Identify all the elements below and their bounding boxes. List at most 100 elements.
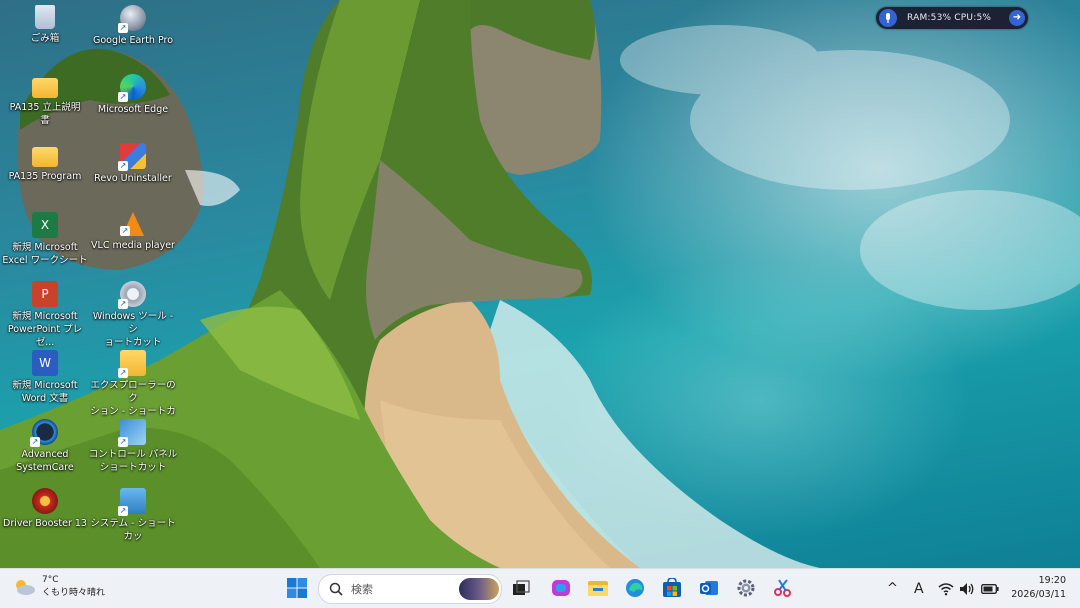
clock-date: 2026/03/11	[1011, 589, 1066, 600]
desktop-icon-label: Driver Booster 13	[3, 518, 87, 529]
shortcut-arrow-icon: ↗	[118, 92, 128, 102]
desktop-icon-label: エクスプローラーのク ション - ショートカ	[90, 380, 176, 417]
battery-button[interactable]	[981, 569, 999, 608]
search-highlight-image	[459, 578, 499, 600]
folder-icon	[32, 147, 58, 167]
snipping-tool-icon	[774, 579, 791, 597]
search-placeholder: 検索	[351, 583, 373, 596]
desktop-icon-label: Windows ツール - シ ョートカット	[92, 311, 174, 348]
shortcut-arrow-icon: ↗	[118, 299, 128, 309]
microsoft-store-button[interactable]	[659, 575, 685, 601]
shortcut-arrow-icon: ↗	[118, 368, 128, 378]
shortcut-arrow-icon: ↗	[118, 23, 128, 33]
weather-temperature: 7°C	[42, 575, 59, 585]
outlook-icon	[700, 581, 718, 595]
desktop-icon-label: ごみ箱	[30, 33, 60, 44]
advanced-systemcare-icon: ↗	[30, 419, 58, 447]
desktop-icon-word[interactable]: W 新規 Microsoft Word 文書	[0, 350, 90, 405]
snipping-tool-button[interactable]	[770, 575, 796, 601]
taskbar: 7°C くもり時々晴れ 検索 ^ A 19:20 2026/03/11	[0, 568, 1080, 608]
desktop-icon-powerpoint[interactable]: P 新規 Microsoft PowerPoint プレゼ...	[0, 281, 90, 349]
speaker-icon	[960, 582, 974, 595]
settings-icon	[737, 579, 755, 597]
desktop-icon-label: コントロール パネル ショートカット	[88, 449, 178, 473]
desktop-icon-label: 新規 Microsoft PowerPoint プレゼ...	[7, 311, 83, 348]
weather-widget[interactable]: 7°C くもり時々晴れ	[12, 574, 105, 600]
file-explorer-icon	[588, 581, 608, 596]
task-view-button[interactable]	[508, 575, 534, 601]
desktop-icon-label: PA135 立上説明 書	[9, 102, 81, 126]
desktop-icon-label: Advanced SystemCare	[16, 449, 74, 473]
desktop-icon-label: 新規 Microsoft Word 文書	[12, 380, 78, 404]
outlook-button[interactable]	[696, 575, 722, 601]
edge-taskbar-button[interactable]	[622, 575, 648, 601]
microsoft-store-icon	[663, 578, 681, 597]
driver-booster-icon	[32, 488, 58, 514]
desktop-icon-pa135-manual[interactable]: PA135 立上説明 書	[0, 74, 90, 127]
windows-tools-icon: ↗	[118, 281, 146, 309]
system-icon: ↗	[118, 488, 146, 516]
explorer-folder-icon: ↗	[118, 350, 146, 378]
desktop-icon-system[interactable]: ↗ システム - ショートカッ	[88, 488, 178, 543]
control-panel-icon: ↗	[118, 419, 146, 447]
start-icon	[287, 578, 307, 598]
shortcut-arrow-icon: ↗	[118, 506, 128, 516]
battery-icon	[981, 583, 999, 594]
task-view-icon	[513, 580, 530, 595]
desktop-icon-label: Microsoft Edge	[97, 104, 169, 115]
copilot-icon	[552, 580, 570, 596]
powerpoint-icon: P	[32, 281, 58, 307]
start-button[interactable]	[284, 575, 310, 601]
google-earth-icon: ↗	[118, 5, 146, 33]
settings-button[interactable]	[733, 575, 759, 601]
desktop-icon-explorer-options[interactable]: ↗ エクスプローラーのク ション - ショートカ	[88, 350, 178, 418]
desktop-icon-driver-booster[interactable]: Driver Booster 13	[0, 488, 90, 530]
taskbar-clock[interactable]: 19:20 2026/03/11	[1011, 574, 1066, 602]
desktop-icon-label: VLC media player	[91, 240, 175, 251]
system-monitor-text: RAM:53% CPU:5%	[907, 13, 992, 23]
edge-icon: ↗	[118, 74, 146, 102]
desktop-icon-label: PA135 Program	[8, 171, 82, 182]
file-explorer-button[interactable]	[585, 575, 611, 601]
revo-uninstaller-icon: ↗	[118, 143, 146, 171]
desktop-icon-advanced-systemcare[interactable]: ↗ Advanced SystemCare	[0, 419, 90, 474]
tray-overflow-button[interactable]: ^	[887, 569, 898, 608]
ime-indicator[interactable]: A	[914, 569, 924, 608]
microphone-icon	[879, 9, 897, 27]
desktop-icon-vlc[interactable]: ↗ VLC media player	[88, 212, 178, 252]
desktop-icon-windows-tools[interactable]: ↗ Windows ツール - シ ョートカット	[88, 281, 178, 349]
desktop-icon-google-earth[interactable]: ↗ Google Earth Pro	[88, 5, 178, 47]
desktop-icon-label: Google Earth Pro	[92, 35, 174, 46]
desktop-icon-excel[interactable]: X 新規 Microsoft Excel ワークシート	[0, 212, 90, 267]
desktop-icon-label: Revo Uninstaller	[94, 173, 172, 184]
shortcut-arrow-icon: ↗	[30, 437, 40, 447]
shortcut-arrow-icon: ↗	[118, 437, 128, 447]
clock-time: 19:20	[1038, 575, 1066, 586]
ime-mode-label: A	[914, 580, 924, 597]
edge-icon	[626, 579, 644, 597]
volume-button[interactable]	[959, 569, 975, 608]
weather-condition: くもり時々晴れ	[42, 588, 106, 598]
wifi-icon	[938, 582, 954, 595]
network-button[interactable]	[938, 569, 954, 608]
desktop-icon-revo-uninstaller[interactable]: ↗ Revo Uninstaller	[88, 143, 178, 185]
taskbar-search-box[interactable]: 検索	[318, 574, 502, 604]
excel-icon: X	[32, 212, 58, 238]
vlc-icon: ↗	[120, 212, 144, 236]
folder-icon	[32, 78, 58, 98]
arrow-right-icon[interactable]: ➜	[1009, 10, 1025, 26]
desktop-icon-recycle-bin[interactable]: ごみ箱	[0, 5, 90, 45]
desktop-icon-pa135-program[interactable]: PA135 Program	[0, 143, 90, 183]
word-icon: W	[32, 350, 58, 376]
shortcut-arrow-icon: ↗	[120, 226, 130, 236]
shortcut-arrow-icon: ↗	[118, 161, 128, 171]
desktop-icon-control-panel[interactable]: ↗ コントロール パネル ショートカット	[88, 419, 178, 474]
desktop-icon-label: システム - ショートカッ	[90, 518, 176, 542]
chevron-up-icon: ^	[887, 581, 898, 596]
partly-cloudy-icon	[16, 580, 35, 595]
desktop-icon-edge[interactable]: ↗ Microsoft Edge	[88, 74, 178, 116]
recycle-bin-icon	[35, 5, 55, 29]
copilot-button[interactable]	[548, 575, 574, 601]
desktop-icon-label: 新規 Microsoft Excel ワークシート	[2, 242, 88, 266]
system-monitor-widget[interactable]: RAM:53% CPU:5% ➜	[876, 7, 1028, 29]
